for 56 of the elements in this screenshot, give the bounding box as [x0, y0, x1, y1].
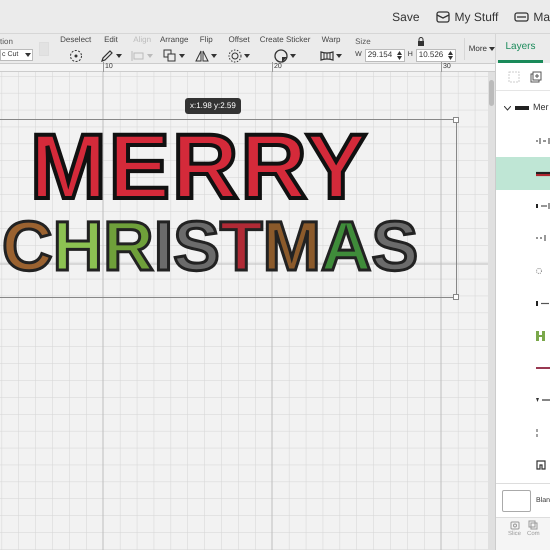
- caret-icon: [147, 54, 154, 58]
- layer-thumbnail: [536, 300, 549, 306]
- size-label: Size: [355, 36, 371, 48]
- toolbar-button[interactable]: Offset: [221, 34, 258, 63]
- toolbar-button[interactable]: Create Sticker: [257, 34, 313, 63]
- mail-icon: [436, 10, 451, 24]
- layer-name[interactable]: Mer: [533, 101, 548, 115]
- position-tooltip: x:1.98 y:2.59: [185, 98, 241, 114]
- layer-thumbnail: [536, 170, 550, 177]
- edit-icon: [100, 49, 114, 63]
- operation-label: tion: [0, 36, 14, 48]
- offset-icon: [228, 49, 242, 63]
- layer-thumbnail: [536, 398, 550, 402]
- slice-icon: [510, 520, 520, 530]
- warp-icon: [320, 49, 334, 63]
- lock-icon: [416, 37, 425, 46]
- caret-icon: [489, 46, 495, 50]
- layer-thumbnail: [536, 235, 546, 242]
- toolbar-button[interactable]: Deselect: [56, 34, 95, 63]
- align-icon: [131, 49, 146, 63]
- top-bar-button[interactable]: My Stuff: [436, 8, 498, 26]
- flip-icon: [195, 49, 210, 63]
- toolbar-button[interactable]: Arrange: [156, 34, 192, 63]
- layer-thumbnail: [515, 105, 529, 111]
- size-field[interactable]: 10.526: [416, 48, 456, 62]
- machine-icon: [514, 10, 530, 24]
- deselect-icon: [68, 49, 83, 63]
- resize-handle[interactable]: [453, 117, 459, 123]
- duplicate-icon: [530, 70, 542, 82]
- caret-icon: [179, 54, 186, 58]
- size-field[interactable]: 29.154: [364, 48, 405, 62]
- caret-icon: [336, 54, 342, 58]
- layer-thumbnail: [536, 268, 542, 274]
- group-icon: [508, 70, 520, 82]
- caret-icon: [211, 54, 218, 58]
- toolbar-button[interactable]: Warp: [312, 34, 350, 63]
- toolbar-button[interactable]: Edit: [94, 34, 128, 63]
- stepper-icon: [448, 50, 453, 60]
- top-bar-button[interactable]: Save: [392, 8, 420, 26]
- toolbar-button[interactable]: Flip: [191, 34, 222, 63]
- sticker-icon: [274, 49, 288, 63]
- layer-thumbnail: [536, 202, 550, 209]
- layer-thumbnail: [536, 366, 550, 369]
- top-bar-button[interactable]: Ma: [514, 8, 550, 26]
- caret-icon: [244, 54, 250, 58]
- layer-thumbnail: [536, 460, 546, 470]
- caret-icon: [116, 54, 122, 58]
- combine-icon: [528, 520, 538, 530]
- layer-thumbnail: [536, 138, 550, 144]
- stepper-icon: [396, 50, 402, 60]
- layer-thumbnail: [536, 330, 545, 341]
- resize-handle[interactable]: [453, 294, 459, 300]
- caret-icon: [25, 53, 31, 57]
- scrollbar-thumb[interactable]: [489, 80, 494, 106]
- canvas-swatch[interactable]: [502, 490, 531, 512]
- caret-icon: [290, 54, 296, 58]
